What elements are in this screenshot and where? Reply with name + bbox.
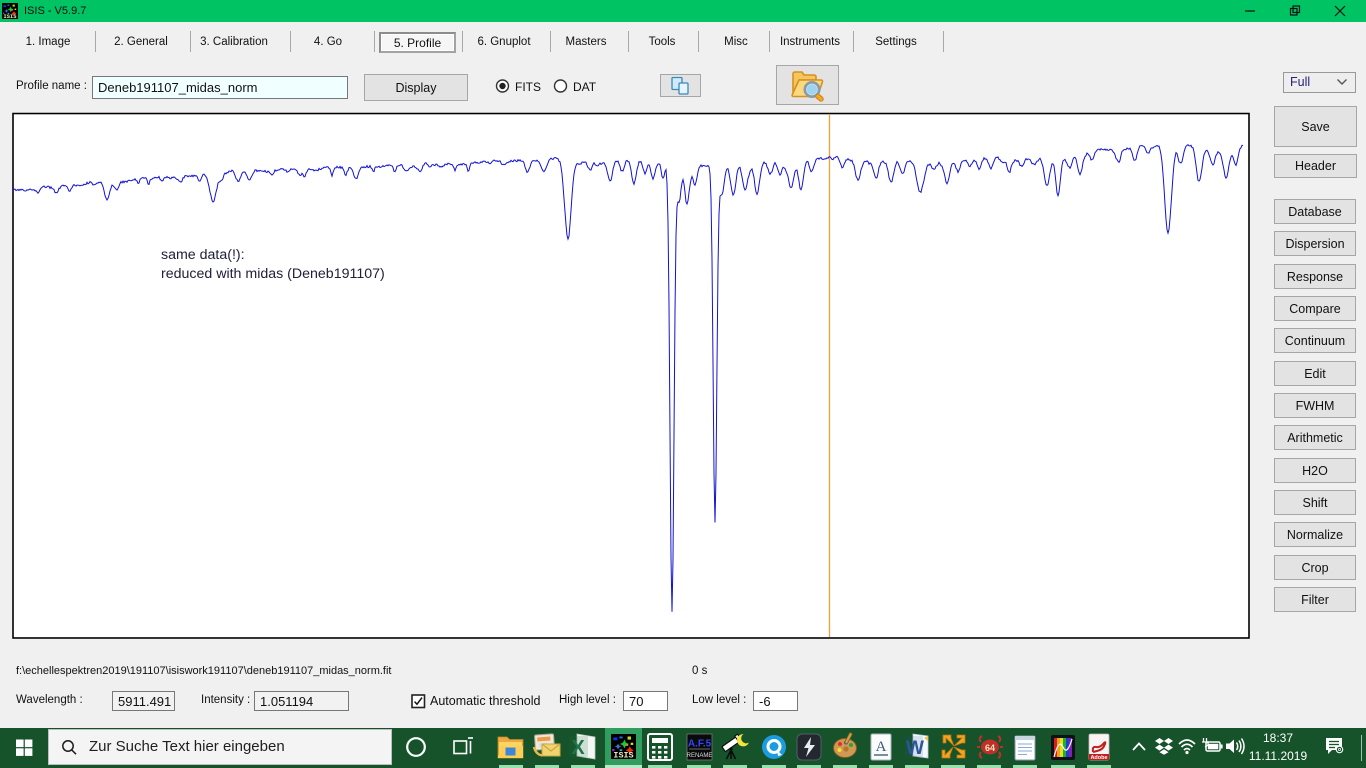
svg-text:Adobe: Adobe <box>1090 755 1107 761</box>
svg-text:reduced with midas (Deneb19110: reduced with midas (Deneb191107) <box>161 266 385 282</box>
svg-text:W: W <box>906 738 924 759</box>
svg-text:X: X <box>571 737 585 759</box>
svg-text:ISIS: ISIS <box>4 14 18 19</box>
svg-text:same data(!):: same data(!): <box>161 247 245 263</box>
svg-text:64: 64 <box>985 743 995 753</box>
svg-text:A: A <box>876 739 887 755</box>
svg-text:RENAME: RENAME <box>687 753 713 759</box>
svg-text:A.F.5: A.F.5 <box>688 739 712 750</box>
svg-text:ISIS: ISIS <box>613 750 633 759</box>
